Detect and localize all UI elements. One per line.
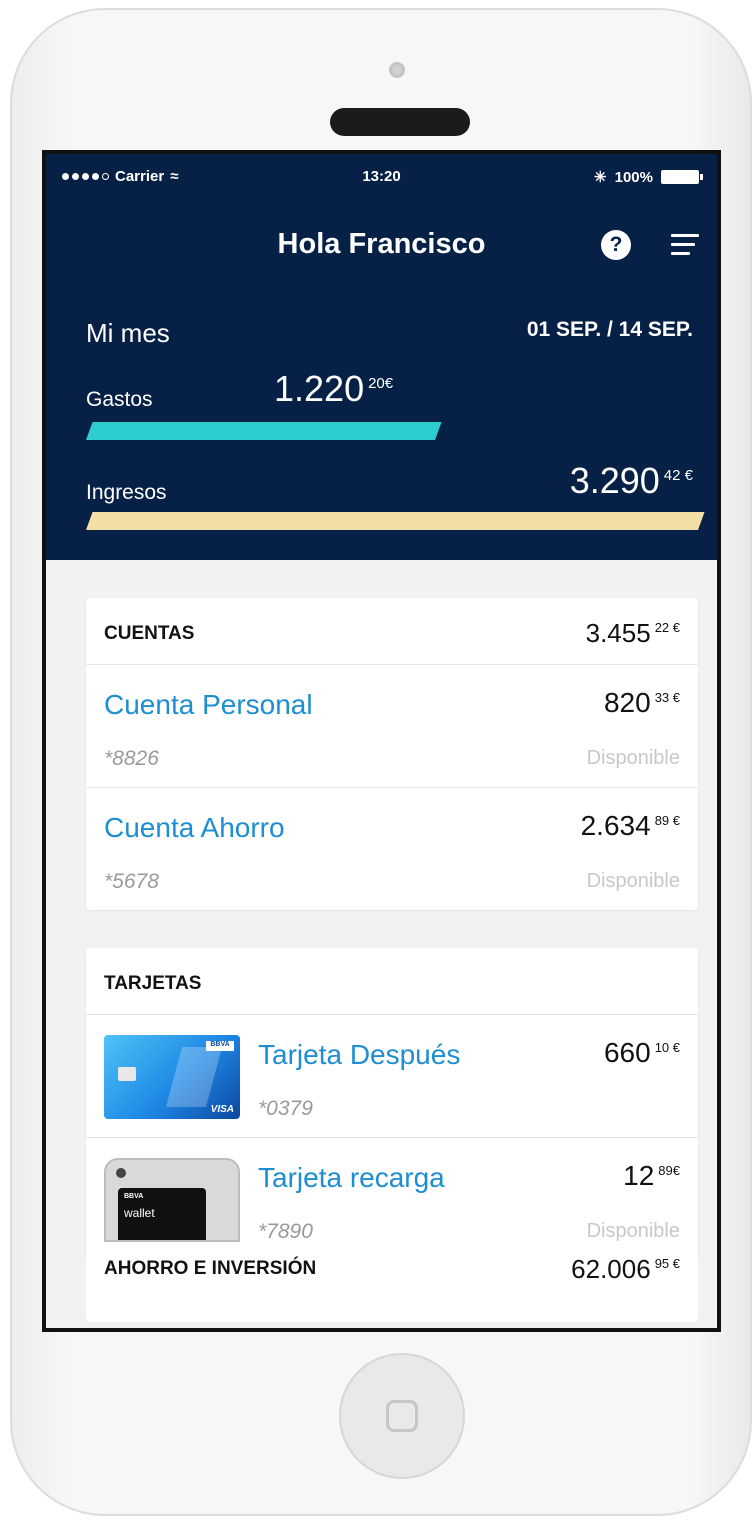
gastos-bar[interactable] [86,422,698,440]
card-status: Disponible [586,1220,680,1242]
card-chip-icon [118,1067,136,1081]
ingresos-bar-fill [86,512,705,530]
camera-icon [389,62,405,78]
cuentas-header[interactable]: CUENTAS 3.455 22 € [86,598,698,665]
battery-label: 100% [614,168,653,186]
account-balance-dec: 89 € [654,812,680,828]
ahorro-total: 62.006 95 € [571,1254,680,1285]
account-name: Cuenta Personal [104,689,313,720]
cuentas-total: 3.455 22 € [586,618,680,649]
ahorro-total-int: 62.006 [571,1254,651,1284]
ingresos-amount-int: 3.290 [569,460,660,501]
card-row[interactable]: BBVA VISA Tarjeta Después *0379 660 10 € [86,1015,698,1138]
account-balance: 820 33 € [604,687,680,719]
account-balance: 2.634 89 € [581,810,680,842]
ingresos-bar[interactable] [86,512,705,530]
card-balance-int: 660 [603,1037,651,1068]
account-row[interactable]: Cuenta Ahorro *5678 2.634 89 € Disponible [86,788,698,910]
home-button[interactable] [339,1353,465,1479]
cuentas-total-dec: 22 € [654,620,680,636]
account-status: Disponible [586,870,680,892]
account-number: *8826 [104,747,159,770]
card-balance-dec: 10 € [654,1039,680,1055]
question-circle-icon[interactable]: ? [601,230,631,260]
gastos-label: Gastos [86,388,153,411]
phone-frame: Carrier ≈ 13:20 ✳ 100% Hola Francisco ? … [10,8,752,1516]
phone-wallet-image: BBVA wallet [104,1158,240,1242]
tarjetas-header[interactable]: TARJETAS [86,948,698,1015]
wallet-screen: BBVA wallet [118,1188,206,1240]
bluetooth-icon: ✳ [594,169,607,186]
speaker-grille [330,108,470,136]
status-bar: Carrier ≈ 13:20 ✳ 100% [46,154,717,200]
cuentas-title: CUENTAS [104,623,195,644]
card-balance: 12 89€ [623,1160,680,1192]
app-screen: Carrier ≈ 13:20 ✳ 100% Hola Francisco ? … [42,150,721,1332]
battery-icon [661,170,703,184]
account-number: *5678 [104,870,159,893]
card-balance: 660 10 € [604,1037,680,1069]
menu-icon[interactable] [671,234,699,256]
account-balance-dec: 33 € [654,689,680,705]
card-network: VISA [210,1104,234,1115]
cuentas-total-int: 3.455 [585,618,651,648]
summary-label: Mi mes [86,318,170,348]
account-status: Disponible [586,747,680,769]
header: Carrier ≈ 13:20 ✳ 100% Hola Francisco ? … [46,154,717,560]
gastos-amount[interactable]: 1.220 20€ [274,368,393,410]
tarjetas-card: TARJETAS BBVA VISA Tarjeta Después *0379… [86,948,698,1260]
card-balance-dec: 89€ [658,1162,680,1178]
wallet-brand: BBVA [124,1193,144,1200]
card-balance-int: 12 [623,1160,655,1191]
account-balance-int: 820 [603,687,651,718]
account-balance-int: 2.634 [580,810,651,841]
wallet-label: wallet [124,1206,155,1220]
tarjetas-title: TARJETAS [104,973,202,994]
card-brand: BBVA [206,1041,234,1051]
gastos-amount-dec: 20€ [368,375,394,392]
account-name: Cuenta Ahorro [104,812,285,843]
title-bar: Hola Francisco ? [46,224,717,270]
camera-lens-icon [116,1168,126,1178]
credit-card-image: BBVA VISA [104,1035,240,1119]
card-name: Tarjeta recarga [258,1162,445,1193]
ingresos-label: Ingresos [86,481,167,504]
ahorro-card[interactable]: AHORRO E INVERSIÓN 62.006 95 € [86,1242,698,1322]
card-name: Tarjeta Después [258,1039,461,1070]
account-row[interactable]: Cuenta Personal *8826 820 33 € Disponible [86,665,698,788]
cuentas-card: CUENTAS 3.455 22 € Cuenta Personal *8826 … [86,598,698,910]
ahorro-total-dec: 95 € [654,1256,680,1272]
card-number: *0379 [258,1097,313,1120]
summary-period[interactable]: 01 SEP. / 14 SEP. [527,318,693,342]
gastos-bar-fill [86,422,442,440]
ingresos-amount-dec: 42 € [663,467,693,484]
battery-area: ✳ 100% [594,168,703,186]
home-square-icon [386,1400,418,1432]
gastos-amount-int: 1.220 [274,368,365,409]
card-number: *7890 [258,1220,313,1243]
ahorro-title: AHORRO E INVERSIÓN [104,1258,317,1279]
ingresos-amount[interactable]: 3.290 42 € [570,460,693,502]
